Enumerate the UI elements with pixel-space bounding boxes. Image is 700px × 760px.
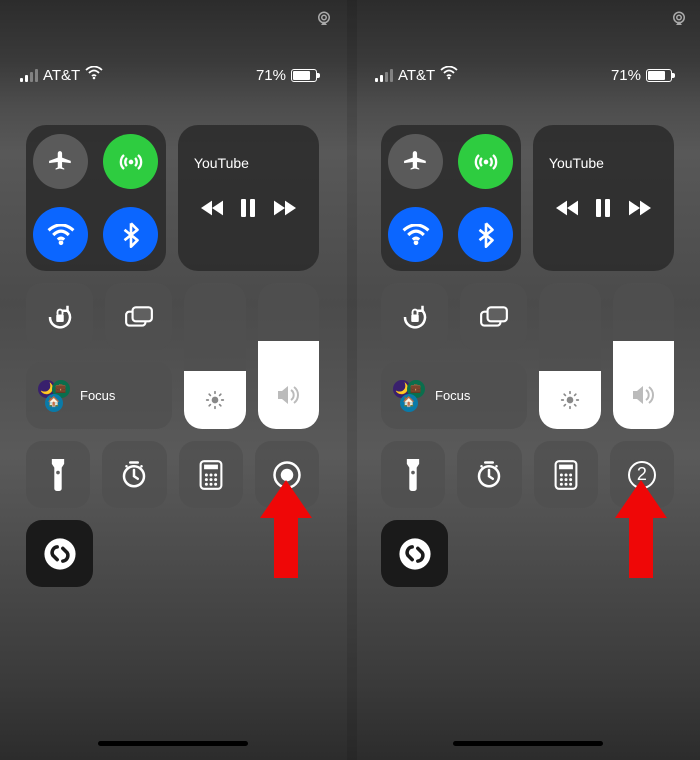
brightness-slider[interactable] — [539, 283, 601, 429]
rewind-button[interactable] — [201, 200, 223, 221]
connectivity-cluster[interactable] — [26, 125, 166, 271]
pause-button[interactable] — [595, 199, 611, 222]
brightness-icon — [560, 390, 580, 415]
volume-icon — [276, 384, 300, 411]
calculator-icon — [554, 460, 578, 490]
cellular-signal-icon — [20, 69, 38, 82]
now-playing-title: YouTube — [194, 155, 305, 171]
orientation-lock-button[interactable] — [381, 283, 448, 350]
bluetooth-icon — [123, 222, 139, 248]
timer-icon — [119, 460, 149, 490]
wifi-status-icon — [440, 66, 458, 84]
cellular-data-toggle[interactable] — [458, 134, 513, 189]
media-controls-tile[interactable]: YouTube — [178, 125, 319, 271]
cellular-signal-icon — [375, 69, 393, 82]
battery-percent: 71% — [256, 67, 286, 84]
flashlight-button[interactable] — [26, 441, 90, 508]
screen-mirror-button[interactable] — [460, 283, 527, 350]
wifi-toggle[interactable] — [388, 207, 443, 262]
orientation-lock-icon — [45, 302, 75, 332]
flashlight-button[interactable] — [381, 441, 445, 508]
focus-mode-icons: 🌙 💼 🏠 — [393, 380, 425, 412]
forward-button[interactable] — [274, 200, 296, 221]
status-bar: AT&T 71% — [0, 55, 345, 95]
rewind-button[interactable] — [556, 200, 578, 221]
timer-button[interactable] — [457, 441, 521, 508]
screen-mirror-icon — [124, 305, 154, 329]
forward-button[interactable] — [629, 200, 651, 221]
media-controls-tile[interactable]: YouTube — [533, 125, 674, 271]
airplay-icon[interactable] — [315, 10, 333, 33]
timer-button[interactable] — [102, 441, 166, 508]
airplane-icon — [403, 149, 429, 175]
focus-mode-icons: 🌙 💼 🏠 — [38, 380, 70, 412]
airplane-icon — [48, 149, 74, 175]
annotation-arrow — [260, 480, 312, 578]
bluetooth-toggle[interactable] — [103, 207, 158, 262]
connectivity-cluster[interactable] — [381, 125, 521, 271]
brightness-icon — [205, 390, 225, 415]
brightness-slider[interactable] — [184, 283, 246, 429]
home-indicator[interactable] — [453, 741, 603, 746]
shazam-button[interactable] — [26, 520, 93, 587]
shazam-icon — [43, 537, 77, 571]
now-playing-title: YouTube — [549, 155, 660, 171]
battery-icon — [646, 69, 672, 82]
bluetooth-toggle[interactable] — [458, 207, 513, 262]
airplane-mode-toggle[interactable] — [388, 134, 443, 189]
airplane-mode-toggle[interactable] — [33, 134, 88, 189]
cellular-icon — [472, 148, 500, 176]
screen-mirror-icon — [479, 305, 509, 329]
battery-percent: 71% — [611, 67, 641, 84]
volume-slider[interactable] — [258, 283, 320, 429]
wifi-toggle[interactable] — [33, 207, 88, 262]
status-bar: AT&T 71% — [355, 55, 700, 95]
carrier-label: AT&T — [398, 67, 435, 84]
shazam-icon — [398, 537, 432, 571]
home-indicator[interactable] — [98, 741, 248, 746]
volume-icon — [631, 384, 655, 411]
focus-label: Focus — [435, 388, 470, 403]
annotation-arrow — [615, 480, 667, 578]
calculator-button[interactable] — [179, 441, 243, 508]
calculator-button[interactable] — [534, 441, 598, 508]
screen-mirror-button[interactable] — [105, 283, 172, 350]
shazam-button[interactable] — [381, 520, 448, 587]
battery-icon — [291, 69, 317, 82]
focus-button[interactable]: 🌙 💼 🏠 Focus — [26, 362, 172, 429]
cellular-data-toggle[interactable] — [103, 134, 158, 189]
wifi-icon — [402, 224, 430, 246]
wifi-status-icon — [85, 66, 103, 84]
volume-slider[interactable] — [613, 283, 675, 429]
carrier-label: AT&T — [43, 67, 80, 84]
timer-icon — [474, 460, 504, 490]
cellular-icon — [117, 148, 145, 176]
pause-button[interactable] — [240, 199, 256, 222]
flashlight-icon — [49, 459, 67, 491]
calculator-icon — [199, 460, 223, 490]
focus-label: Focus — [80, 388, 115, 403]
flashlight-icon — [404, 459, 422, 491]
orientation-lock-button[interactable] — [26, 283, 93, 350]
screenshot-before: AT&T 71% — [0, 0, 345, 760]
airplay-icon[interactable] — [670, 10, 688, 33]
focus-button[interactable]: 🌙 💼 🏠 Focus — [381, 362, 527, 429]
wifi-icon — [47, 224, 75, 246]
bluetooth-icon — [478, 222, 494, 248]
orientation-lock-icon — [400, 302, 430, 332]
screenshot-after: AT&T 71% YouTube — [355, 0, 700, 760]
